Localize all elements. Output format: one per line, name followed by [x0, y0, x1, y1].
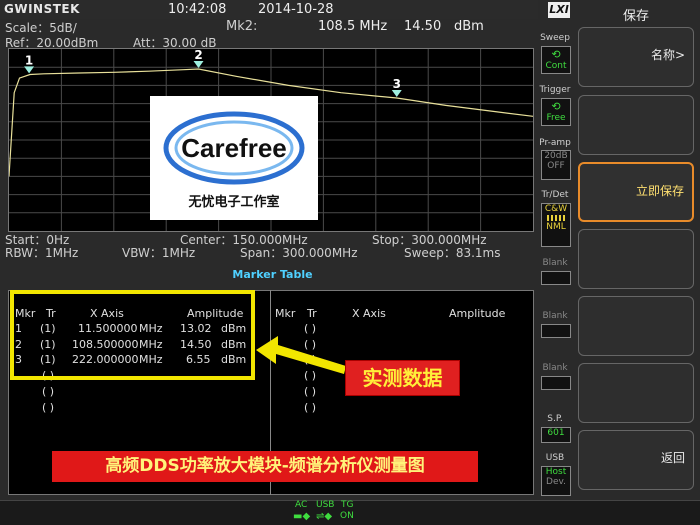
softkey-name[interactable]: 名称> — [578, 27, 694, 87]
marker-3-label: 3 — [393, 77, 401, 91]
usb-host: Host — [545, 467, 567, 477]
sweep-points-value[interactable]: 601 — [541, 427, 571, 443]
active-marker-freq: 108.5 MHz — [318, 19, 388, 34]
right-row6-tr: ( ) — [304, 401, 317, 414]
rbw: RBW：1MHz — [5, 246, 79, 260]
marker-1-icon[interactable] — [24, 66, 35, 74]
side-status-strip — [538, 0, 572, 500]
blank-slot-1[interactable] — [541, 271, 571, 285]
softkey-name-label: 名称> — [650, 48, 685, 62]
trace-detector[interactable]: C&W NML — [541, 203, 571, 247]
softkey-save-now[interactable]: 立即保存 — [578, 162, 694, 222]
lxi-logo: LXI — [548, 2, 570, 18]
usb-icon: ⇌◆ — [316, 511, 333, 522]
col-amplitude-right: Amplitude — [449, 307, 506, 320]
caption-banner: 高频DDS功率放大模块-频谱分析仪测量图 — [52, 451, 478, 482]
sweep-points-label: S.P. — [547, 414, 563, 424]
preamp-gain: 20dB — [544, 151, 568, 161]
span: Span：300.000MHz — [240, 246, 358, 260]
softkey-save-now-label: 立即保存 — [635, 184, 684, 198]
menu-title: 保存 — [622, 9, 649, 24]
softkey-4[interactable] — [578, 229, 694, 289]
marker-2-label: 2 — [194, 49, 202, 62]
active-marker-amp: 14.50 — [404, 19, 442, 34]
usb-dev: Dev. — [546, 477, 566, 487]
softkey-back-label: 返回 — [660, 451, 685, 465]
detector-mode-value: NML — [546, 222, 566, 232]
preamp-label: Pr-amp — [539, 138, 571, 148]
blank-slot-3[interactable] — [541, 376, 571, 390]
blank-label-3: Blank — [542, 363, 568, 373]
callout-label: 实测数据 — [345, 360, 460, 396]
tg-state: ON — [340, 511, 354, 521]
usb-mode[interactable]: Host Dev. — [541, 466, 571, 496]
ac-label: AC — [295, 500, 308, 510]
col-x-axis-right: X Axis — [352, 307, 386, 320]
softkey-2[interactable] — [578, 95, 694, 155]
brand-logo: GWINSTEK — [4, 2, 80, 16]
sweep-mode-value: Cont — [545, 61, 567, 71]
marker-table-title: Marker Table — [232, 268, 313, 281]
cycle-icon: ⟲ — [551, 100, 561, 113]
trdet-label: Tr/Det — [541, 190, 569, 200]
trigger-mode-value: Free — [546, 113, 566, 123]
row6-tr: ( ) — [42, 401, 55, 414]
row5-tr: ( ) — [42, 385, 55, 398]
highlight-box — [10, 290, 255, 380]
card-brand-text: Carefree — [181, 133, 287, 163]
blank-label-1: Blank — [542, 258, 568, 268]
trace-mode-value: C&W — [544, 204, 568, 214]
detector-icon — [547, 215, 565, 221]
ac-power-icon: ▬◆ — [293, 511, 311, 522]
carefree-logo-card: Carefree 无忧电子工作室 — [150, 96, 318, 220]
sweep-mode[interactable]: ⟲ Cont — [541, 46, 571, 74]
trigger-mode[interactable]: ⟲ Free — [541, 98, 571, 126]
active-marker-unit: dBm — [454, 19, 484, 34]
cycle-icon: ⟲ — [551, 48, 561, 61]
callout-arrow-icon — [256, 336, 346, 374]
marker-3-icon[interactable] — [391, 89, 402, 97]
preamp-state[interactable]: 20dB OFF — [541, 150, 571, 180]
blank-label-2: Blank — [542, 311, 568, 321]
tg-label: TG — [341, 500, 354, 510]
softkey-back[interactable]: 返回 — [578, 430, 694, 490]
marker-1-label: 1 — [25, 53, 33, 67]
clock-date: 2014-10-28 — [258, 2, 334, 17]
usb-label: USB — [545, 453, 565, 463]
carefree-logo-art: Carefree 无忧电子工作室 — [163, 111, 305, 210]
softkey-6[interactable] — [578, 363, 694, 423]
usb-status-label: USB — [316, 500, 335, 510]
col-tr-right: Tr — [307, 307, 317, 320]
trigger-label: Trigger — [539, 85, 571, 95]
vbw: VBW：1MHz — [122, 246, 196, 260]
col-mkr-right: Mkr — [275, 307, 296, 320]
sweep-time: Sweep：83.1ms — [404, 246, 501, 260]
card-subtitle-text: 无忧电子工作室 — [187, 194, 279, 210]
spectrum-analyzer-screen: GWINSTEK 10:42:08 2014-10-28 Scale：5dB/ … — [0, 0, 700, 525]
softkey-5[interactable] — [578, 296, 694, 356]
sweep-label: Sweep — [540, 33, 570, 43]
blank-slot-2[interactable] — [541, 324, 571, 338]
clock-time: 10:42:08 — [168, 2, 227, 17]
preamp-onoff: OFF — [547, 161, 565, 171]
active-marker-name: Mk2: — [226, 19, 258, 34]
right-row5-tr: ( ) — [304, 385, 317, 398]
